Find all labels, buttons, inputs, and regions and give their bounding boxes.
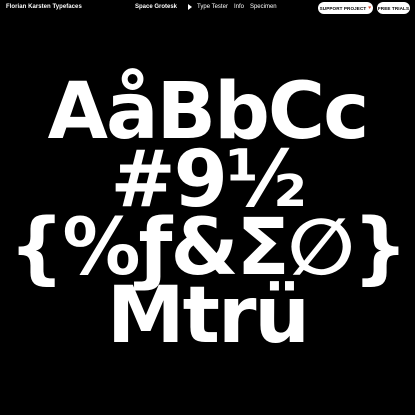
free-trials-button[interactable]: FREE TRIALS xyxy=(377,2,410,14)
heart-icon: ♥ xyxy=(368,5,372,11)
brand-link[interactable]: Florian Karsten Typefaces xyxy=(6,4,82,10)
caret-right-icon[interactable] xyxy=(188,4,193,10)
nav-link-specimen[interactable]: Specimen xyxy=(250,4,277,10)
top-bar: Florian Karsten Typefaces Space Grotesk … xyxy=(0,0,415,18)
main-nav: Space Grotesk Type Tester Info Specimen xyxy=(135,4,283,10)
typeface-name[interactable]: Space Grotesk xyxy=(135,4,177,10)
nav-link-type-tester[interactable]: Type Tester xyxy=(197,4,228,10)
glyph-specimen: AåBbCc #9½ {%ƒ&Σ∅} Mtrü xyxy=(0,73,415,355)
nav-link-info[interactable]: Info xyxy=(234,4,244,10)
support-project-label: SUPPORT PROJECT xyxy=(319,5,367,11)
support-project-button[interactable]: SUPPORT PROJECT ♥ xyxy=(318,2,373,14)
free-trials-label: FREE TRIALS xyxy=(377,5,410,11)
